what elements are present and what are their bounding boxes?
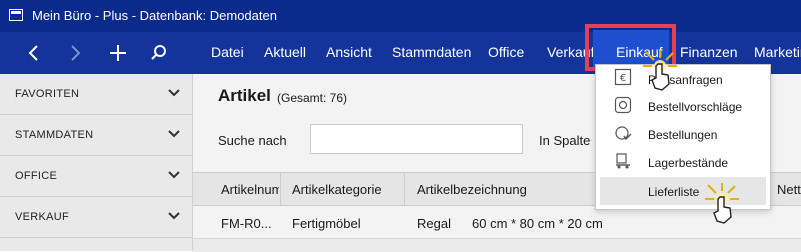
sidebar-item-office[interactable]: OFFICE	[0, 156, 193, 197]
click-cursor-icon	[643, 50, 677, 91]
search-button[interactable]	[145, 40, 173, 66]
column-header-artikelkategorie[interactable]: Artikelkategorie	[292, 182, 382, 197]
forward-button[interactable]	[61, 40, 89, 66]
page-title: Artikel	[218, 86, 271, 105]
chevron-right-icon	[71, 45, 81, 61]
column-header-artikelbezeichnung[interactable]: Artikelbezeichnung	[417, 182, 527, 197]
sidebar-item-verkauf[interactable]: VERKAUF	[0, 197, 193, 238]
euro-request-icon: €	[614, 68, 632, 86]
column-divider[interactable]	[280, 172, 281, 206]
menu-item-label: Bestellvorschläge	[648, 100, 743, 114]
sidebar-item-label: OFFICE	[15, 170, 58, 182]
menu-item-label: Lieferliste	[648, 185, 700, 199]
search-label: Suche nach	[218, 133, 287, 148]
plus-icon	[110, 45, 126, 61]
menu-office[interactable]: Office	[488, 44, 524, 60]
column-header-netto[interactable]: Netto	[777, 182, 801, 197]
chevron-down-icon	[168, 130, 180, 138]
menu-item-label: Bestellungen	[648, 128, 718, 142]
chevron-left-icon	[28, 45, 38, 61]
menu-marketing[interactable]: Marketing	[754, 44, 801, 60]
menu-aktuell[interactable]: Aktuell	[264, 44, 306, 60]
search-input[interactable]	[310, 124, 523, 154]
table-row[interactable]	[193, 238, 801, 252]
menu-datei[interactable]: Datei	[211, 44, 244, 60]
warehouse-icon	[616, 153, 630, 169]
order-suggestion-icon	[614, 96, 632, 114]
column-divider[interactable]	[404, 172, 405, 206]
sidebar: FAVORITEN STAMMDATEN OFFICE VERKAUF	[0, 74, 193, 251]
svg-text:€: €	[620, 73, 626, 84]
back-button[interactable]	[20, 40, 48, 66]
app-window-icon	[9, 9, 23, 21]
chevron-down-icon	[168, 89, 180, 97]
sidebar-item-label: VERKAUF	[15, 211, 70, 223]
menu-item-label: Lagerbestände	[648, 156, 729, 170]
menu-finanzen[interactable]: Finanzen	[680, 44, 738, 60]
sidebar-item-label: STAMMDATEN	[15, 129, 94, 141]
orders-icon	[615, 126, 632, 141]
click-cursor-icon	[705, 183, 739, 224]
column-header-artikelnummer[interactable]: Artikelnummer	[221, 182, 279, 197]
window-title: Mein Büro - Plus - Datenbank: Demodaten	[32, 8, 277, 23]
add-button[interactable]	[104, 40, 132, 66]
chevron-down-icon	[168, 212, 180, 220]
sidebar-item-label: FAVORITEN	[15, 88, 80, 100]
record-count: (Gesamt: 76)	[277, 91, 348, 105]
sidebar-item-stammdaten[interactable]: STAMMDATEN	[0, 115, 193, 156]
menu-ansicht[interactable]: Ansicht	[326, 44, 372, 60]
title-bar: Mein Büro - Plus - Datenbank: Demodaten	[0, 0, 801, 32]
cell-artikelbezeichnung: Regal	[417, 216, 451, 231]
cell-artikelkategorie: Fertigmöbel	[292, 216, 361, 231]
cell-artikelnummer: FM-R0...	[221, 216, 272, 231]
search-icon	[151, 45, 166, 60]
menu-stammdaten[interactable]: Stammdaten	[392, 44, 471, 60]
sidebar-item-favoriten[interactable]: FAVORITEN	[0, 74, 193, 115]
column-filter-label: In Spalte	[539, 133, 591, 148]
cell-masse: 60 cm * 80 cm * 20 cm	[472, 216, 603, 231]
chevron-down-icon	[168, 171, 180, 179]
